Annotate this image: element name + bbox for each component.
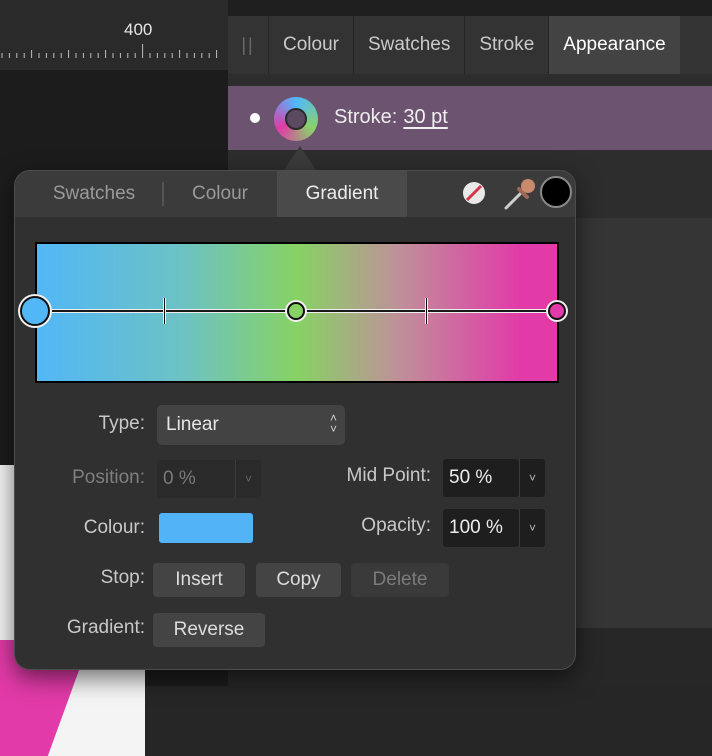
- panel-tab-bar: || Colour Swatches Stroke Appearance: [228, 16, 712, 74]
- type-value: Linear: [166, 414, 219, 435]
- mid-point-dropdown[interactable]: ˅: [519, 459, 545, 497]
- visibility-dot[interactable]: [250, 113, 260, 123]
- current-colour-swatch[interactable]: [540, 176, 572, 208]
- gradient-stop-middle[interactable]: [287, 302, 305, 320]
- position-dropdown[interactable]: ˅: [235, 460, 261, 498]
- tab-colour[interactable]: Colour: [268, 16, 353, 74]
- panel-top-edge: [228, 0, 712, 16]
- gradient-midpoint-1[interactable]: [163, 298, 166, 324]
- gradient-midpoint-2[interactable]: [425, 298, 428, 324]
- opacity-dropdown[interactable]: ˅: [519, 509, 545, 547]
- stop-label: Stop:: [100, 567, 145, 588]
- up-down-stepper-icon: ˄ ˅: [329, 411, 337, 436]
- reverse-gradient-button[interactable]: Reverse: [153, 613, 265, 647]
- tab-stroke[interactable]: Stroke: [464, 16, 548, 74]
- colour-picker-icon[interactable]: [501, 175, 539, 213]
- position-field[interactable]: 0 %: [157, 460, 235, 498]
- colour-label: Colour:: [83, 517, 145, 538]
- ruler-ticks: [1, 44, 218, 58]
- popover-arrow: [284, 146, 316, 170]
- tab-swatches[interactable]: Swatches: [352, 16, 464, 74]
- gradient-stop-end[interactable]: [548, 302, 566, 320]
- chevron-down-icon: ˅: [528, 521, 536, 535]
- stroke-row[interactable]: Stroke: 30 pt: [228, 86, 712, 150]
- mid-point-field[interactable]: 50 %: [443, 459, 519, 497]
- delete-stop-button[interactable]: Delete: [351, 563, 449, 597]
- chevron-down-icon: ˅: [244, 472, 252, 486]
- position-label: Position:: [72, 467, 145, 488]
- horizontal-ruler: 400: [0, 0, 228, 70]
- opacity-label: Opacity:: [361, 515, 431, 536]
- stroke-text: Stroke: 30 pt: [334, 106, 448, 129]
- mid-point-label: Mid Point:: [346, 465, 431, 486]
- colour-swatch-button[interactable]: [159, 513, 253, 543]
- stroke-gradient-swatch[interactable]: [274, 97, 318, 141]
- no-fill-icon[interactable]: [461, 180, 487, 206]
- type-label: Type:: [98, 413, 145, 434]
- insert-stop-button[interactable]: Insert: [153, 563, 245, 597]
- stroke-label: Stroke:: [334, 106, 398, 128]
- colour-popover: Swatches Colour Gradient Type: Linear ˄ ˅…: [14, 170, 576, 670]
- gradient-label: Gradient:: [66, 617, 145, 638]
- ruler-label: 400: [124, 20, 153, 39]
- type-select[interactable]: Linear ˄ ˅: [157, 405, 345, 445]
- popover-tab-swatches[interactable]: Swatches: [29, 171, 159, 217]
- chevron-down-icon: ˅: [528, 471, 536, 485]
- stroke-width-value[interactable]: 30 pt: [403, 106, 447, 128]
- popover-tab-colour[interactable]: Colour: [165, 171, 275, 217]
- tab-appearance[interactable]: Appearance: [548, 16, 680, 74]
- popover-tab-gradient[interactable]: Gradient: [277, 171, 407, 217]
- panel-grip-handle[interactable]: ||: [228, 16, 268, 74]
- popover-tab-bar: Swatches Colour Gradient: [15, 171, 575, 217]
- tab-separator: [162, 182, 164, 206]
- opacity-field[interactable]: 100 %: [443, 509, 519, 547]
- gradient-stop-start[interactable]: [20, 296, 50, 326]
- copy-stop-button[interactable]: Copy: [256, 563, 341, 597]
